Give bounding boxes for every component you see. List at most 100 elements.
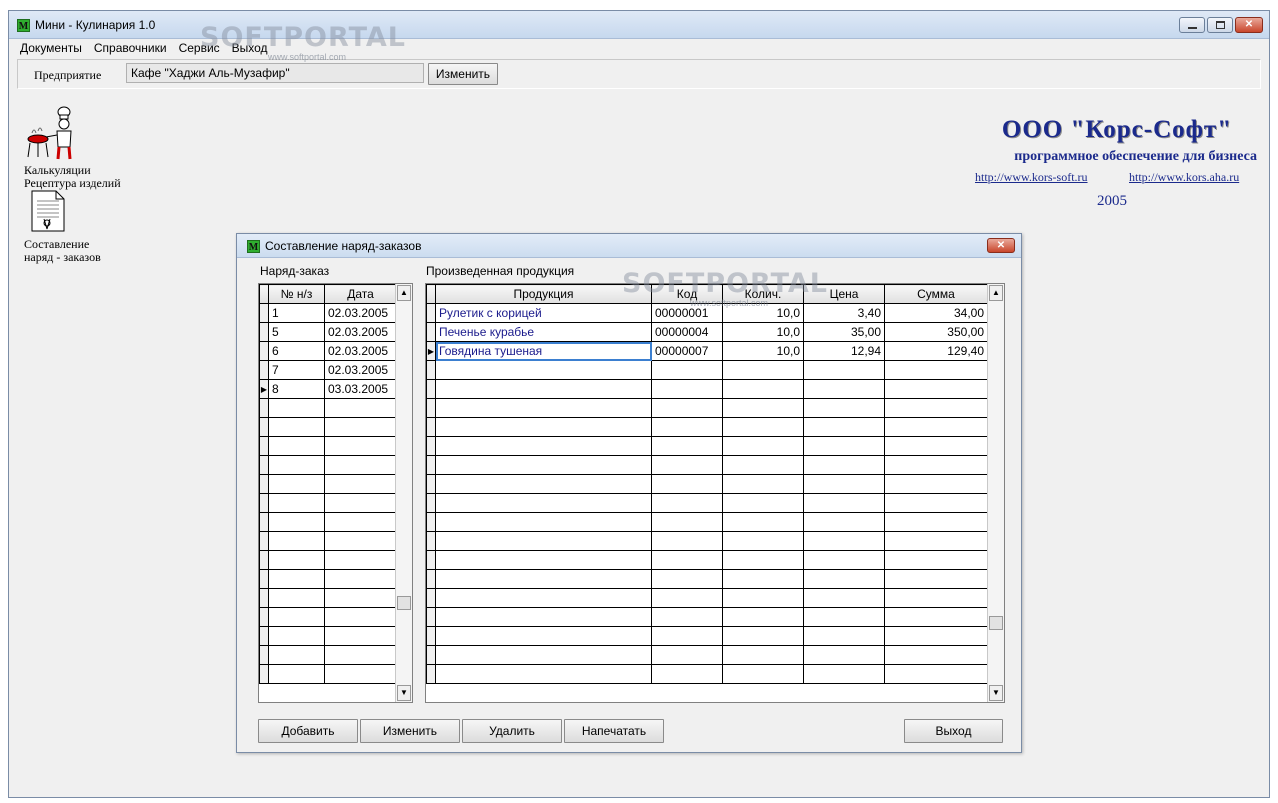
empty-cell[interactable]	[435, 398, 652, 418]
empty-cell[interactable]	[722, 398, 804, 418]
empty-row[interactable]	[426, 398, 988, 418]
empty-cell[interactable]	[884, 474, 988, 494]
table-row[interactable]: Рулетик с корицей 00000001 10,0 3,40 34,00	[426, 303, 988, 323]
empty-cell[interactable]	[803, 493, 885, 513]
empty-cell[interactable]	[722, 512, 804, 532]
edit-button[interactable]: Изменить	[360, 719, 460, 743]
empty-cell[interactable]	[884, 588, 988, 608]
maximize-button[interactable]	[1207, 17, 1233, 33]
empty-row[interactable]	[259, 607, 397, 627]
scroll-thumb[interactable]	[397, 596, 411, 610]
empty-cell[interactable]	[435, 436, 652, 456]
empty-row[interactable]	[259, 550, 397, 570]
empty-cell[interactable]	[324, 645, 397, 665]
calculation-shortcut[interactable]: Калькуляции Рецептура изделий	[24, 103, 144, 190]
empty-row[interactable]	[426, 550, 988, 570]
empty-cell[interactable]	[324, 664, 397, 684]
orders-scrollbar[interactable]: ▲ ▼	[395, 284, 412, 702]
order-number-cell[interactable]: 1	[268, 303, 325, 323]
enterprise-field[interactable]: Кафе "Хаджи Аль-Музафир"	[126, 63, 424, 83]
empty-row[interactable]	[259, 512, 397, 532]
empty-cell[interactable]	[651, 626, 723, 646]
product-price-cell[interactable]: 3,40	[803, 303, 885, 323]
empty-cell[interactable]	[651, 607, 723, 627]
table-row[interactable]: 7 02.03.2005	[259, 360, 397, 380]
enterprise-change-button[interactable]: Изменить	[428, 63, 498, 85]
product-code-cell[interactable]: 00000004	[651, 322, 723, 342]
empty-cell[interactable]	[435, 588, 652, 608]
empty-cell[interactable]	[324, 607, 397, 627]
table-row[interactable]: ▶ Говядина тушеная 00000007 10,0 12,94 129,40	[426, 341, 988, 361]
product-qty-cell[interactable]: 10,0	[722, 341, 804, 361]
order-date-cell[interactable]: 02.03.2005	[324, 360, 397, 380]
orders-shortcut[interactable]: Составление наряд - заказов	[24, 189, 144, 264]
empty-cell[interactable]	[324, 550, 397, 570]
table-row[interactable]: 1 02.03.2005	[259, 303, 397, 323]
empty-row[interactable]	[259, 664, 397, 684]
empty-row[interactable]	[426, 493, 988, 513]
products-col-price[interactable]: Цена	[803, 284, 885, 304]
empty-row[interactable]	[259, 417, 397, 437]
empty-cell[interactable]	[884, 360, 988, 380]
empty-cell[interactable]	[884, 436, 988, 456]
empty-cell[interactable]	[803, 550, 885, 570]
empty-cell[interactable]	[651, 398, 723, 418]
menu-references[interactable]: Справочники	[88, 39, 173, 59]
empty-cell[interactable]	[651, 493, 723, 513]
empty-cell[interactable]	[435, 645, 652, 665]
empty-cell[interactable]	[435, 417, 652, 437]
empty-cell[interactable]	[803, 645, 885, 665]
empty-cell[interactable]	[803, 436, 885, 456]
empty-cell[interactable]	[324, 531, 397, 551]
empty-row[interactable]	[259, 436, 397, 456]
empty-cell[interactable]	[651, 588, 723, 608]
empty-cell[interactable]	[722, 436, 804, 456]
empty-row[interactable]	[426, 626, 988, 646]
empty-cell[interactable]	[803, 417, 885, 437]
product-name-cell[interactable]: Рулетик с корицей	[435, 303, 652, 323]
empty-row[interactable]	[426, 664, 988, 684]
products-col-code[interactable]: Код	[651, 284, 723, 304]
order-number-cell[interactable]: 6	[268, 341, 325, 361]
menu-documents[interactable]: Документы	[14, 39, 88, 59]
products-col-name[interactable]: Продукция	[435, 284, 652, 304]
empty-row[interactable]	[426, 417, 988, 437]
scroll-down-icon[interactable]: ▼	[989, 685, 1003, 701]
empty-cell[interactable]	[435, 474, 652, 494]
empty-cell[interactable]	[803, 360, 885, 380]
empty-cell[interactable]	[722, 360, 804, 380]
empty-cell[interactable]	[651, 436, 723, 456]
empty-cell[interactable]	[268, 455, 325, 475]
table-row[interactable]: Печенье курабье 00000004 10,0 35,00 350,00	[426, 322, 988, 342]
empty-cell[interactable]	[268, 607, 325, 627]
empty-cell[interactable]	[803, 626, 885, 646]
delete-button[interactable]: Удалить	[462, 719, 562, 743]
table-row[interactable]: ▶ 8 03.03.2005	[259, 379, 397, 399]
empty-cell[interactable]	[884, 607, 988, 627]
empty-cell[interactable]	[324, 493, 397, 513]
orders-col-num[interactable]: № н/з	[268, 284, 325, 304]
empty-cell[interactable]	[268, 626, 325, 646]
empty-row[interactable]	[426, 512, 988, 532]
empty-cell[interactable]	[884, 512, 988, 532]
table-row[interactable]: 5 02.03.2005	[259, 322, 397, 342]
empty-cell[interactable]	[722, 645, 804, 665]
empty-cell[interactable]	[324, 474, 397, 494]
empty-cell[interactable]	[651, 512, 723, 532]
empty-row[interactable]	[426, 436, 988, 456]
empty-cell[interactable]	[268, 588, 325, 608]
empty-row[interactable]	[259, 588, 397, 608]
close-button[interactable]: ✕	[1235, 17, 1263, 33]
empty-cell[interactable]	[268, 417, 325, 437]
empty-cell[interactable]	[268, 569, 325, 589]
scroll-up-icon[interactable]: ▲	[989, 285, 1003, 301]
order-number-cell[interactable]: 7	[268, 360, 325, 380]
order-date-cell[interactable]: 03.03.2005	[324, 379, 397, 399]
main-titlebar[interactable]: M Мини - Кулинария 1.0 ✕	[9, 11, 1269, 39]
empty-cell[interactable]	[803, 607, 885, 627]
products-col-sum[interactable]: Сумма	[884, 284, 988, 304]
empty-cell[interactable]	[884, 417, 988, 437]
empty-cell[interactable]	[803, 512, 885, 532]
empty-cell[interactable]	[435, 493, 652, 513]
empty-cell[interactable]	[884, 398, 988, 418]
